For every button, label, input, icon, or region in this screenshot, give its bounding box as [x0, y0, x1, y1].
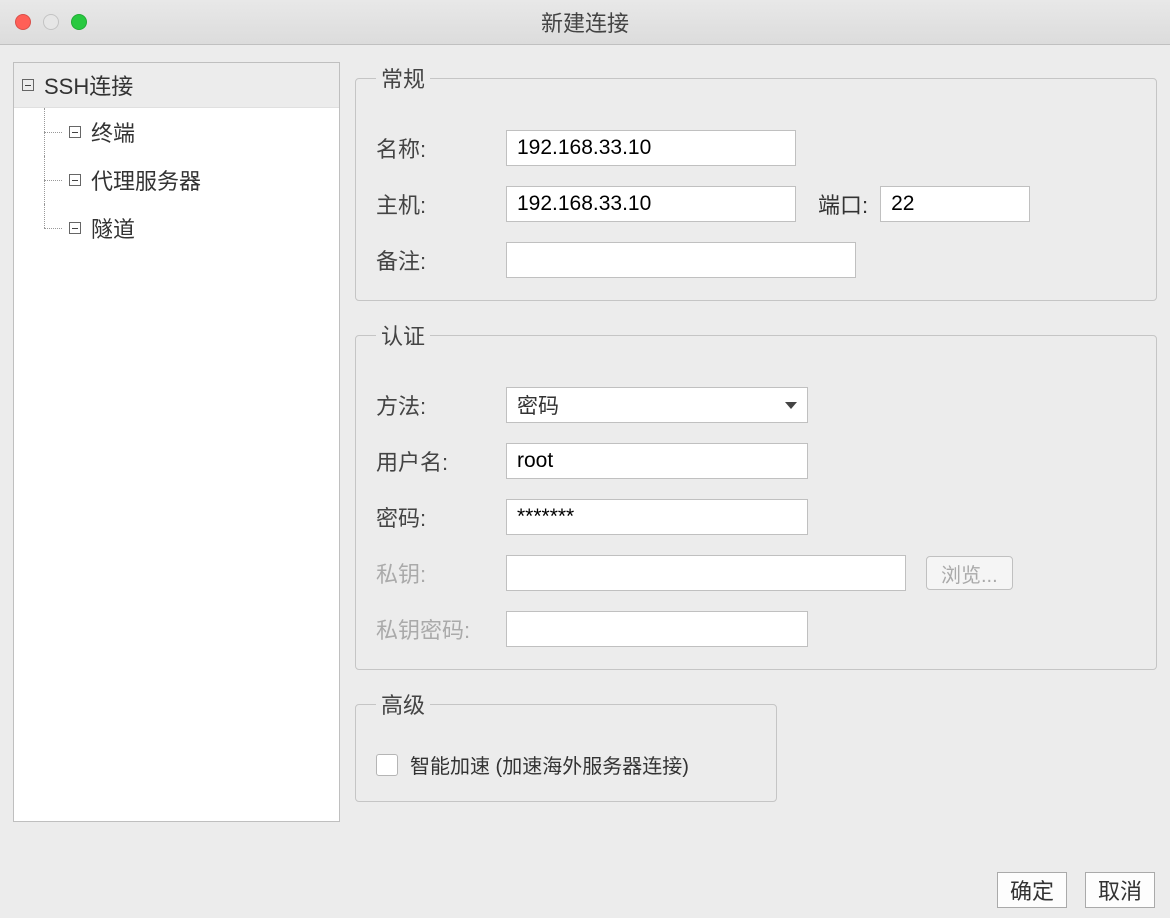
keypass-input: [506, 611, 808, 647]
right-panel: 常规 名称: 主机: 端口: 备注: 认证 方法: 密码: [355, 62, 1157, 822]
general-legend: 常规: [376, 62, 430, 94]
tree-root-ssh[interactable]: SSH连接: [14, 63, 339, 108]
name-input[interactable]: [506, 130, 796, 166]
tree-item-label: 代理服务器: [91, 164, 201, 196]
collapse-icon[interactable]: [22, 79, 34, 91]
collapse-icon: [69, 222, 81, 234]
tree-item-label: 终端: [91, 116, 135, 148]
key-label: 私钥:: [376, 557, 506, 589]
host-label: 主机:: [376, 188, 506, 220]
window-title: 新建连接: [0, 6, 1170, 38]
window-controls: [15, 14, 87, 30]
tree-children: 终端 代理服务器 隧道: [14, 108, 339, 252]
tree-item-tunnel[interactable]: 隧道: [24, 204, 339, 252]
privatekey-input: [506, 555, 906, 591]
tree-item-terminal[interactable]: 终端: [24, 108, 339, 156]
main-content: SSH连接 终端 代理服务器 隧道 常规 名称: 主机:: [0, 45, 1170, 822]
port-label: 端口:: [818, 188, 868, 220]
tree-item-proxy[interactable]: 代理服务器: [24, 156, 339, 204]
cancel-button[interactable]: 取消: [1085, 872, 1155, 908]
note-input[interactable]: [506, 242, 856, 278]
collapse-icon: [69, 126, 81, 138]
host-input[interactable]: [506, 186, 796, 222]
chevron-down-icon: [785, 402, 797, 409]
method-select[interactable]: 密码: [506, 387, 808, 423]
footer-buttons: 确定 取消: [997, 872, 1155, 908]
method-value: 密码: [517, 390, 559, 420]
ok-button[interactable]: 确定: [997, 872, 1067, 908]
turbo-checkbox[interactable]: [376, 754, 398, 776]
note-label: 备注:: [376, 244, 506, 276]
minimize-window-icon[interactable]: [43, 14, 59, 30]
password-label: 密码:: [376, 501, 506, 533]
advanced-section: 高级 智能加速 (加速海外服务器连接): [355, 688, 777, 802]
titlebar: 新建连接: [0, 0, 1170, 45]
collapse-icon: [69, 174, 81, 186]
turbo-label: 智能加速 (加速海外服务器连接): [410, 750, 689, 779]
close-window-icon[interactable]: [15, 14, 31, 30]
name-label: 名称:: [376, 132, 506, 164]
general-section: 常规 名称: 主机: 端口: 备注:: [355, 62, 1157, 301]
port-input[interactable]: [880, 186, 1030, 222]
auth-legend: 认证: [376, 319, 430, 351]
keypass-label: 私钥密码:: [376, 613, 506, 645]
password-input[interactable]: [506, 499, 808, 535]
browse-button: 浏览...: [926, 556, 1013, 590]
sidebar-tree[interactable]: SSH连接 终端 代理服务器 隧道: [13, 62, 340, 822]
method-label: 方法:: [376, 389, 506, 421]
auth-section: 认证 方法: 密码 用户名: 密码: 私钥: 浏览: [355, 319, 1157, 670]
user-label: 用户名:: [376, 445, 506, 477]
tree-root-label: SSH连接: [44, 69, 133, 101]
advanced-legend: 高级: [376, 688, 430, 720]
username-input[interactable]: [506, 443, 808, 479]
tree-item-label: 隧道: [91, 212, 135, 244]
zoom-window-icon[interactable]: [71, 14, 87, 30]
